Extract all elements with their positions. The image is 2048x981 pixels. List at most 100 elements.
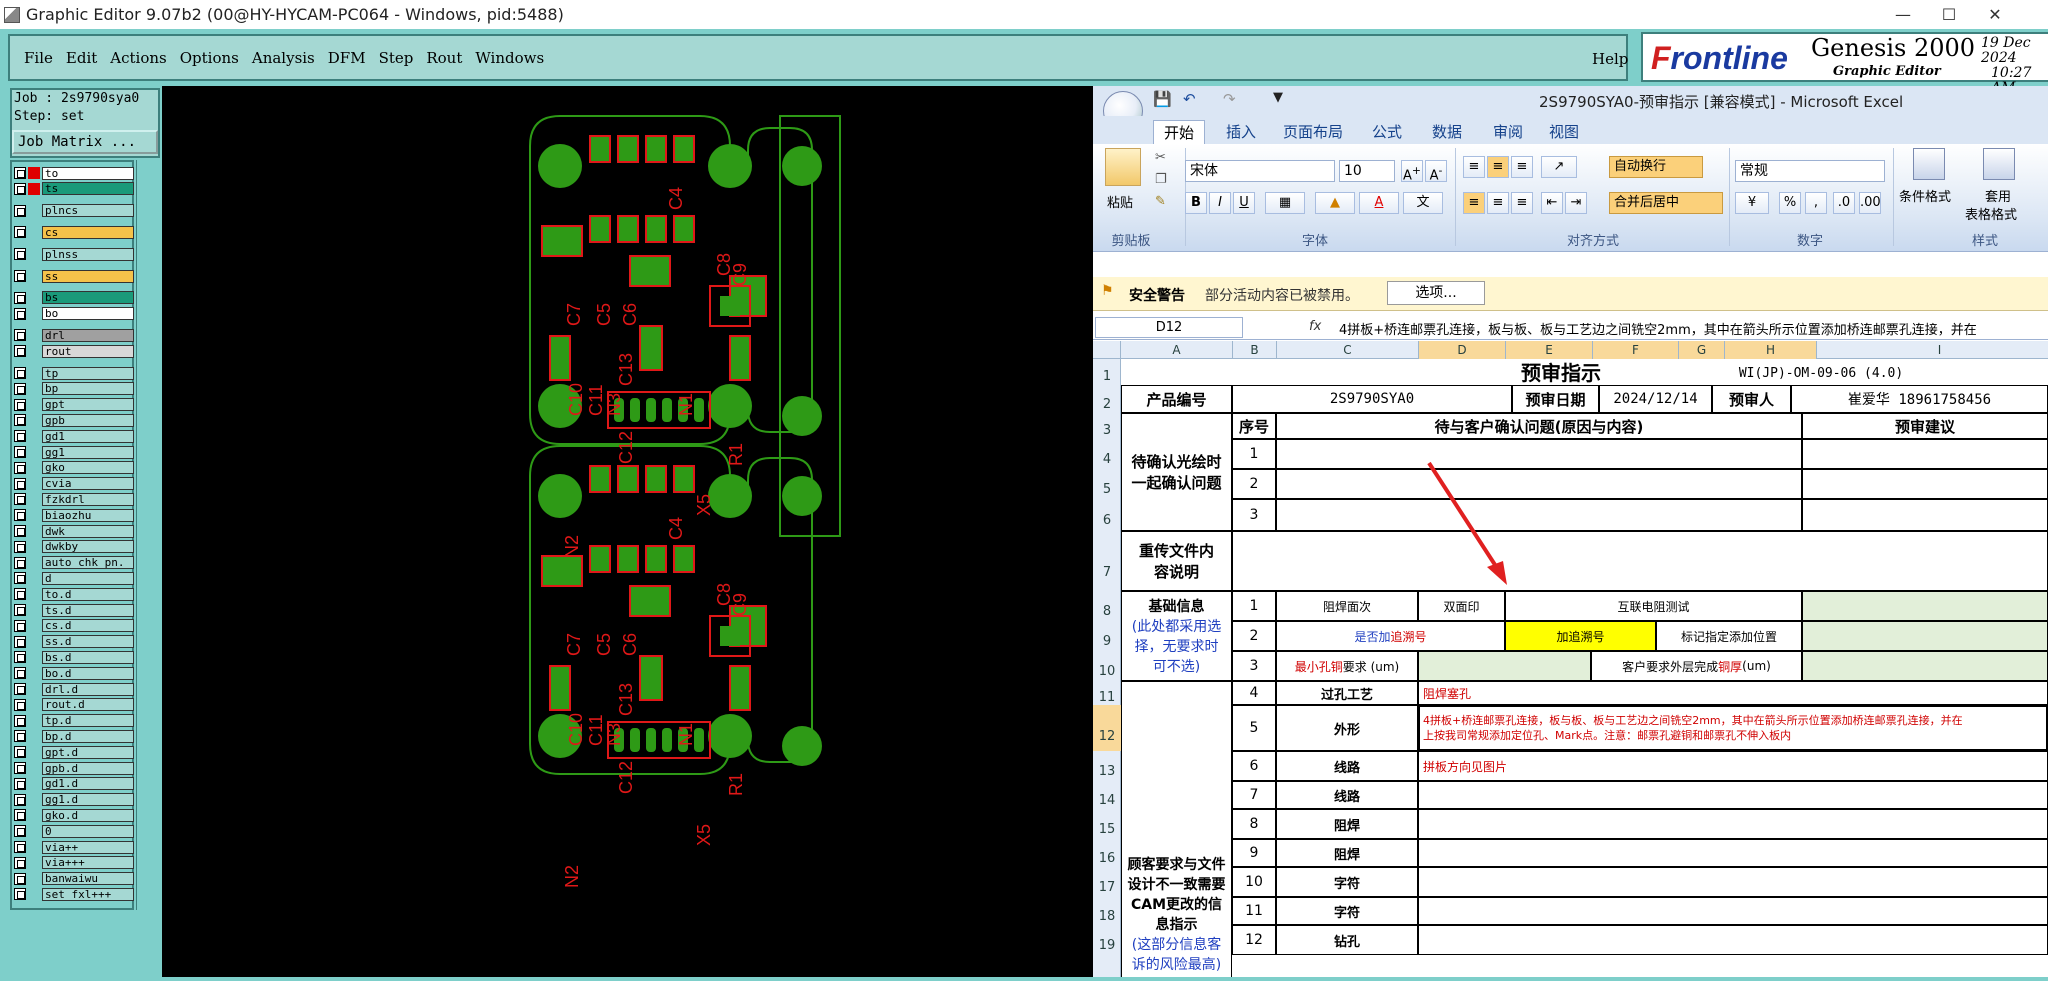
security-options-button[interactable]: 选项...: [1387, 281, 1485, 305]
layer-name[interactable]: biaozhu: [42, 508, 134, 522]
layer-row[interactable]: 0: [14, 824, 134, 838]
worksheet[interactable]: 预审指示 WI(JP)-OM-09-06 (4.0) 产品编号 2S9790SY…: [1121, 359, 2048, 977]
layer-color-swatch[interactable]: [28, 270, 40, 282]
layer-name[interactable]: auto_chk_pn.: [42, 556, 134, 570]
layer-color-swatch[interactable]: [28, 493, 40, 506]
menu-rout[interactable]: Rout: [426, 49, 462, 67]
row-header[interactable]: 10: [1093, 651, 1121, 681]
layer-name[interactable]: gpb.d: [42, 761, 134, 775]
layer-row[interactable]: fzkdrl: [14, 492, 134, 506]
layer-name[interactable]: gpt.d: [42, 745, 134, 759]
comma-icon[interactable]: ,: [1805, 192, 1827, 214]
menu-help[interactable]: Help: [1592, 50, 1628, 68]
row-header[interactable]: 8: [1093, 591, 1121, 621]
layer-color-swatch[interactable]: [28, 398, 40, 411]
font-name-combo[interactable]: 宋体: [1185, 160, 1335, 182]
layer-row[interactable]: auto_chk_pn.: [14, 556, 134, 570]
layer-name[interactable]: gd1.d: [42, 777, 134, 791]
layer-affected-checkbox[interactable]: [14, 204, 26, 217]
layer-name[interactable]: to.d: [42, 587, 134, 601]
close-button[interactable]: ✕: [1972, 0, 2018, 29]
product-value[interactable]: 2S9790SYA0: [1232, 385, 1512, 413]
layer-name[interactable]: ts: [42, 182, 134, 196]
decrease-indent-icon[interactable]: ⇤: [1541, 192, 1563, 214]
layer-affected-checkbox[interactable]: [14, 667, 26, 680]
layer-affected-checkbox[interactable]: [14, 635, 26, 648]
line-value-2[interactable]: [1418, 781, 2048, 809]
suggest-row-1[interactable]: [1802, 439, 2048, 469]
layer-affected-checkbox[interactable]: [14, 651, 26, 664]
tab-data[interactable]: 数据: [1422, 120, 1472, 144]
menu-step[interactable]: Step: [379, 49, 414, 67]
layer-name[interactable]: 0: [42, 824, 134, 838]
tab-page-layout[interactable]: 页面布局: [1273, 120, 1353, 144]
qat-customize-icon[interactable]: ▼: [1273, 90, 1283, 105]
mask-value[interactable]: [1418, 809, 2048, 839]
grow-font-icon[interactable]: A+: [1401, 160, 1423, 183]
suggest-row-3[interactable]: [1802, 499, 2048, 531]
layer-affected-checkbox[interactable]: [14, 226, 26, 239]
layer-affected-checkbox[interactable]: [14, 872, 26, 885]
currency-icon[interactable]: ¥: [1735, 192, 1769, 214]
layer-affected-checkbox[interactable]: [14, 167, 26, 179]
layer-color-swatch[interactable]: [28, 477, 40, 490]
layer-affected-checkbox[interactable]: [14, 588, 26, 601]
layer-name[interactable]: bs.d: [42, 650, 134, 664]
menu-dfm[interactable]: DFM: [328, 49, 366, 67]
layer-color-swatch[interactable]: [28, 307, 40, 320]
layer-affected-checkbox[interactable]: [14, 777, 26, 790]
layer-row[interactable]: gpb.d: [14, 761, 134, 775]
column-header[interactable]: G: [1679, 341, 1725, 359]
layer-name[interactable]: banwaiwu: [42, 872, 134, 886]
shrink-font-icon[interactable]: A-: [1425, 160, 1447, 183]
row-header[interactable]: 16: [1093, 839, 1121, 867]
layer-affected-checkbox[interactable]: [14, 248, 26, 261]
layer-name[interactable]: gg1: [42, 445, 134, 459]
layer-color-swatch[interactable]: [28, 540, 40, 553]
date-value[interactable]: 2024/12/14: [1599, 385, 1712, 413]
layer-affected-checkbox[interactable]: [14, 714, 26, 727]
row-header[interactable]: 13: [1093, 751, 1121, 781]
layer-affected-checkbox[interactable]: [14, 683, 26, 695]
tab-view[interactable]: 视图: [1539, 120, 1589, 144]
layer-name[interactable]: via+++: [42, 856, 134, 870]
paste-icon[interactable]: [1105, 148, 1141, 186]
layer-color-swatch[interactable]: [28, 167, 40, 179]
decrease-decimal-icon[interactable]: .00: [1859, 192, 1881, 214]
orientation-icon[interactable]: ↗: [1541, 156, 1577, 178]
name-box[interactable]: D12: [1095, 317, 1243, 338]
column-header[interactable]: F: [1593, 341, 1679, 359]
layer-row[interactable]: d: [14, 571, 134, 585]
layer-affected-checkbox[interactable]: [14, 182, 26, 195]
layer-row[interactable]: rout: [14, 344, 134, 358]
layer-row[interactable]: plncs: [14, 204, 134, 218]
layer-affected-checkbox[interactable]: [14, 509, 26, 522]
row-header[interactable]: 4: [1093, 439, 1121, 469]
cut-icon[interactable]: ✂: [1155, 150, 1166, 165]
row-header[interactable]: 7: [1093, 531, 1121, 591]
layer-name[interactable]: plnss: [42, 247, 134, 261]
layer-affected-checkbox[interactable]: [14, 793, 26, 806]
layer-affected-checkbox[interactable]: [14, 345, 26, 358]
copy-icon[interactable]: ❐: [1155, 172, 1167, 187]
layer-color-swatch[interactable]: [28, 291, 40, 304]
menu-actions[interactable]: Actions: [110, 49, 166, 67]
table-format-button[interactable]: 套用: [1985, 186, 2011, 205]
layer-affected-checkbox[interactable]: [14, 291, 26, 304]
layer-row[interactable]: gpt.d: [14, 745, 134, 759]
layer-affected-checkbox[interactable]: [14, 461, 26, 474]
layer-name[interactable]: ss.d: [42, 635, 134, 649]
layer-name[interactable]: ss: [42, 269, 134, 283]
min-hole-value[interactable]: [1418, 651, 1591, 681]
merge-center-button[interactable]: 合并后居中: [1609, 192, 1723, 214]
layer-affected-checkbox[interactable]: [14, 841, 26, 853]
align-middle-icon[interactable]: ≡: [1487, 156, 1509, 178]
layer-affected-checkbox[interactable]: [14, 367, 26, 379]
align-right-icon[interactable]: ≡: [1511, 192, 1533, 214]
column-header[interactable]: A: [1121, 341, 1233, 359]
increase-indent-icon[interactable]: ⇥: [1565, 192, 1587, 214]
layer-row[interactable]: via+++: [14, 856, 134, 870]
layer-row[interactable]: to: [14, 166, 134, 180]
layer-name[interactable]: rout: [42, 344, 134, 358]
number-format-combo[interactable]: 常规: [1735, 160, 1885, 182]
